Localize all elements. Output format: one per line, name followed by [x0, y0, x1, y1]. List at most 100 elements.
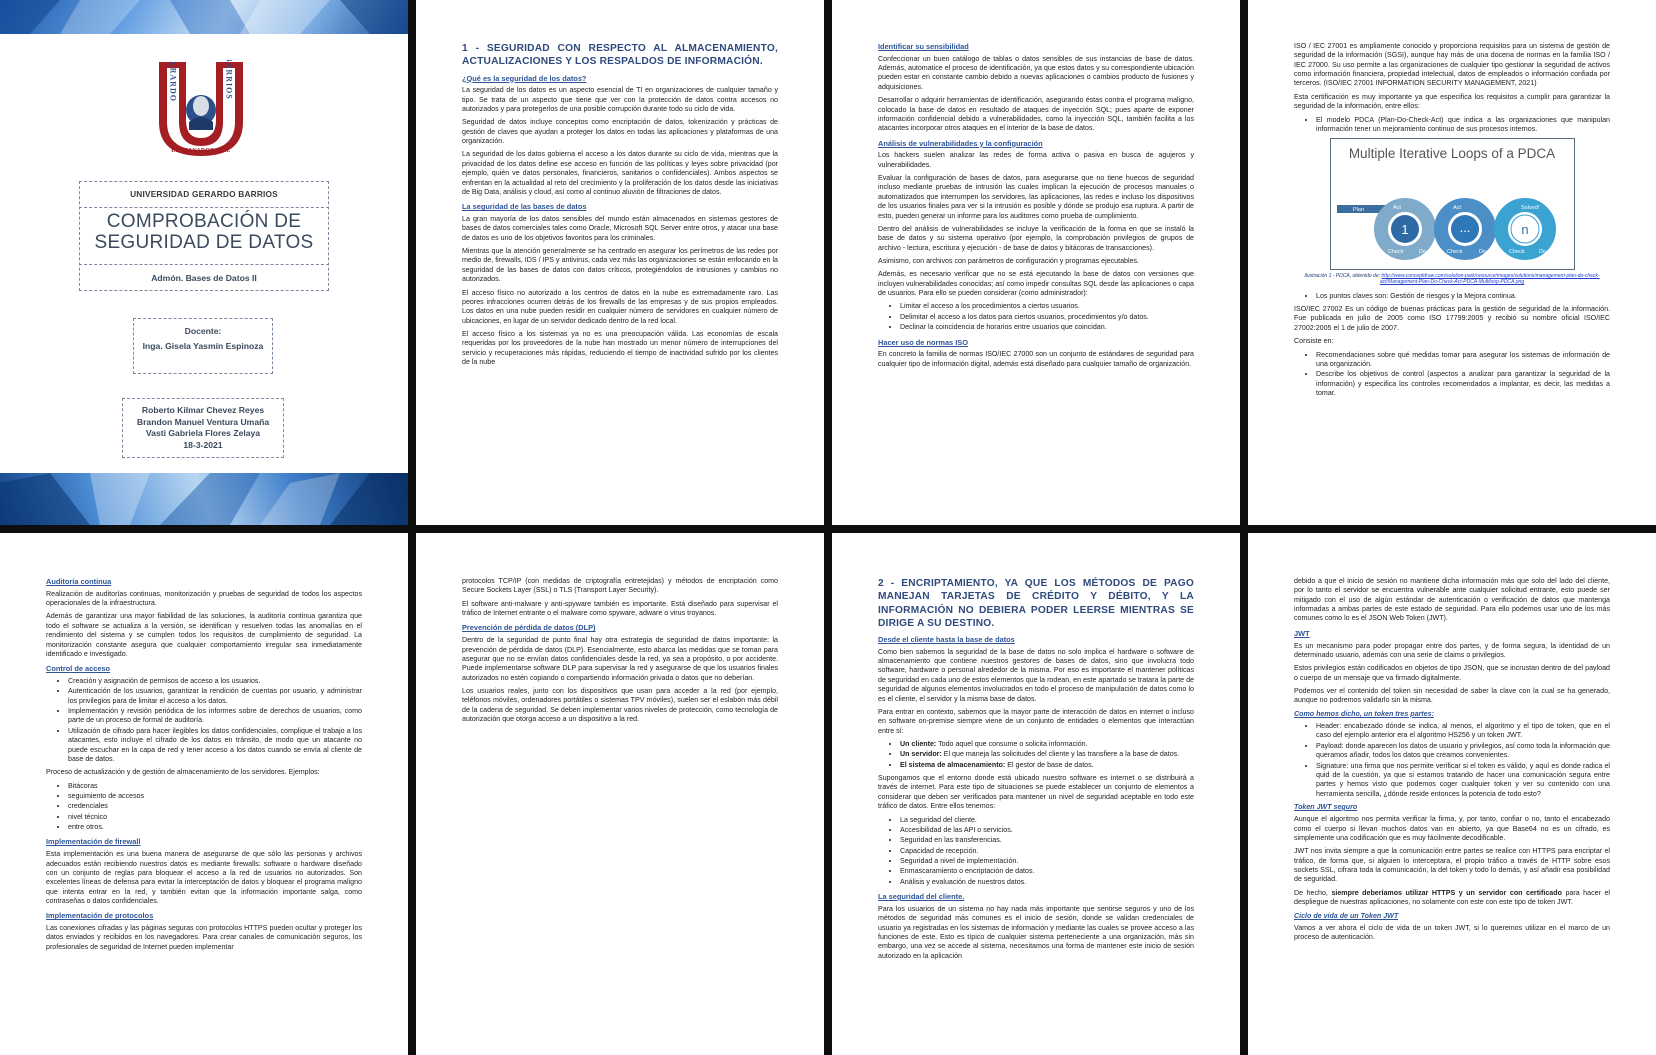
key-points-list: Los puntos claves son: Gestión de riesgo… [1294, 292, 1610, 301]
term: El sistema de almacenamiento: [900, 760, 1006, 769]
term: Un servidor: [900, 750, 942, 759]
subheading-data-security: ¿Qué es la seguridad de los datos? [462, 73, 587, 83]
paragraph: Es un mecanismo para poder propagar entr… [1294, 641, 1610, 659]
paragraph: Realización de auditorías continuas, mon… [46, 589, 362, 608]
paragraph: El acceso físico no autorizado a los cen… [462, 288, 778, 325]
paragraph: Mientras que la atención generalmente se… [462, 247, 778, 284]
emphasis: siempre deberíamos utilizar HTTPS y un s… [1331, 888, 1562, 897]
iso-27002-list: Recomendaciones sobre qué medidas tomar … [1294, 351, 1610, 399]
paragraph: El acceso físico a los sistemas ya no es… [462, 329, 778, 367]
page-7: 2 - ENCRIPTAMIENTO, YA QUE LOS MÉTODOS D… [832, 533, 1240, 1055]
paragraph: Asimismo, con archivos con parámetros de… [878, 257, 1140, 265]
subject-name: Admón. Bases de Datos II [79, 264, 329, 292]
token-parts-list: Header: encabezado dónde se indica, al m… [1294, 722, 1610, 799]
definition: Todo aquel que consume o solicita inform… [938, 740, 1088, 748]
definition: una firma que nos permite verificar si e… [1316, 761, 1610, 798]
pdca-label-solved: Solved! [1521, 205, 1540, 211]
paragraph: El software anti-malware y anti-spyware … [462, 599, 778, 618]
teacher-name: Inga. Gisela Yasmín Espinoza [142, 341, 264, 352]
pdca-figure: Multiple Iterative Loops of a PDCA 1 ...… [1329, 138, 1575, 271]
paragraph: Para los usuarios de un sistema no hay n… [878, 904, 1194, 960]
paragraph: Esta certificación es muy importante ya … [1294, 92, 1610, 111]
subheading-secure-token: Token JWT seguro [1294, 802, 1358, 811]
definition: encabezado dónde se indica, al menos, el… [1316, 722, 1610, 740]
author-3: Vasti Gabriela Flores Zelaya [145, 428, 261, 439]
admin-list: Limitar el acceso a los procedimientos a… [878, 302, 1194, 332]
subheading-dlp: Prevención de pérdida de datos (DLP) [462, 623, 596, 633]
paragraph: Proceso de actualización y de gestión de… [46, 768, 320, 777]
access-control-list: Creación y asignación de permisos de acc… [46, 677, 362, 764]
paragraph: Consiste en: [1294, 337, 1334, 346]
list-item: Accesibilidad de las API o servicios. [900, 826, 1194, 835]
caption-text: Ilustración 1 - PDCA, obtenido de: [1304, 273, 1381, 280]
subheading-token-parts: Como hemos dicho, un token tres partes: [1294, 709, 1434, 718]
page-5: Auditoría continua Realización de audito… [0, 533, 408, 1055]
cover-bottom-band [0, 473, 408, 525]
pdca-label-act: Act [1393, 205, 1401, 211]
page-4: ISO / IEC 27001 es ampliamente conocido … [1248, 0, 1656, 525]
paragraph: La gran mayoría de los datos sensibles d… [462, 214, 778, 242]
paragraph: De hecho, siempre deberíamos utilizar HT… [1294, 889, 1610, 908]
subheading-client-to-db: Desde el cliente hasta la base de datos [878, 635, 1015, 644]
list-item: Capacidad de recepción. [900, 847, 1194, 856]
pdca-loop-n-number: n [1521, 222, 1528, 237]
paragraph: Los hackers suelen analizar las redes de… [878, 151, 1194, 169]
subheading-audit: Auditoría continua [46, 577, 112, 586]
paragraph: ISO / IEC 27001 es ampliamente conocido … [1294, 42, 1610, 88]
subheading-iso: Hacer uso de normas ISO [878, 337, 968, 347]
university-logo: GERARDO BARRIOS [159, 60, 243, 156]
list-item: Header: encabezado dónde se indica, al m… [1316, 722, 1610, 741]
paragraph: Supongamos que el entorno donde está ubi… [878, 774, 1194, 811]
document-title: COMPROBACIÓN DE SEGURIDAD DE DATOS [79, 211, 329, 254]
list-item: Utilización de cifrado para hacer ilegib… [68, 727, 362, 764]
list-item: Declinar la coincidencia de horarios ent… [900, 323, 1194, 332]
term: Un cliente: [900, 740, 937, 748]
list-item: Describe los objetivos de control (aspec… [1316, 370, 1610, 398]
list-item: nivel técnico [68, 813, 362, 822]
list-item: El modelo PDCA (Plan-Do-Check-Act) que i… [1316, 116, 1610, 135]
pdca-diagram: 1 ... n Plan Act Plan Check Do Act Plan … [1336, 198, 1556, 261]
subheading-jwt: JWT [1294, 628, 1310, 638]
pdca-label-do-3: Do [1539, 249, 1546, 255]
pdca-loop-1-number: 1 [1401, 222, 1408, 237]
logo-letters-right: BARRIOS [225, 60, 234, 100]
list-item: Creación y asignación de permisos de acc… [68, 677, 362, 686]
section-1-heading: 1 - SEGURIDAD CON RESPECTO AL ALMACENAMI… [462, 43, 778, 68]
list-item: Un cliente: Todo aquel que consume o sol… [900, 740, 1194, 749]
pdca-label-plan-3: Plan [1489, 201, 1500, 207]
logo-letters-left: GERARDO [169, 60, 178, 102]
paragraph: debido a que el inicio de sesión no mant… [1294, 577, 1610, 623]
pdca-label-check-3: Check [1509, 249, 1525, 255]
roles-list: Un cliente: Todo aquel que consume o sol… [878, 740, 1194, 770]
subheading-access-control: Control de acceso [46, 664, 111, 674]
page-cover: GERARDO BARRIOS EL SALVADOR, C.A. UNIVER… [0, 0, 408, 525]
paragraph: protocolos TCP/IP (con medidas de cripto… [462, 577, 778, 595]
definition: donde aparecen los datos de usuario y pr… [1316, 741, 1610, 760]
paragraph: Confeccionar un buen catálogo de tablas … [878, 54, 1194, 91]
considerations-list: La seguridad del cliente. Accesibilidad … [878, 816, 1194, 888]
section-2-heading: 2 - ENCRIPTAMIENTO, YA QUE LOS MÉTODOS D… [878, 578, 1194, 629]
paragraph: Evaluar la configuración de bases de dat… [878, 174, 1194, 220]
title-line-2: SEGURIDAD DE DATOS [94, 231, 314, 253]
caption-link[interactable]: http://www.conceptdraw.com/solution-park… [1380, 273, 1600, 285]
term: Signature: [1316, 761, 1349, 770]
paragraph: Para entrar en contexto, sabemos que la … [878, 707, 1194, 735]
definition: El que maneja las solicitudes del client… [943, 750, 1180, 759]
pdca-loop-2-number: ... [1459, 220, 1470, 235]
pdca-label-check: Check [1388, 249, 1404, 255]
paragraph: Seguridad de datos incluye conceptos com… [462, 118, 778, 146]
page-2: 1 - SEGURIDAD CON RESPECTO AL ALMACENAMI… [416, 0, 824, 525]
page-8: debido a que el inicio de sesión no mant… [1248, 533, 1656, 1055]
subheading-token-lifecycle: Ciclo de vida de un Token JWT [1294, 911, 1399, 920]
list-item: Seguridad en las transferencias. [900, 836, 1194, 845]
list-item: Signature: una firma que nos permite ver… [1316, 762, 1610, 799]
paragraph: JWT nos invita siempre a que la comunica… [1294, 847, 1610, 884]
paragraph: Aunque el algoritmo nos permita verifica… [1294, 815, 1610, 843]
list-item: Delimitar el acceso a los datos para cie… [900, 313, 1194, 322]
paragraph: Vamos a ver ahora el ciclo de vida de un… [1294, 923, 1610, 942]
list-item: El sistema de almacenamiento: El gestor … [900, 761, 1194, 770]
list-item: Los puntos claves son: Gestión de riesgo… [1316, 292, 1610, 301]
list-item: La seguridad del cliente. [900, 816, 1194, 825]
examples-list: Bitácoras seguimiento de accesos credenc… [46, 782, 362, 833]
list-item: Bitácoras [68, 782, 362, 791]
